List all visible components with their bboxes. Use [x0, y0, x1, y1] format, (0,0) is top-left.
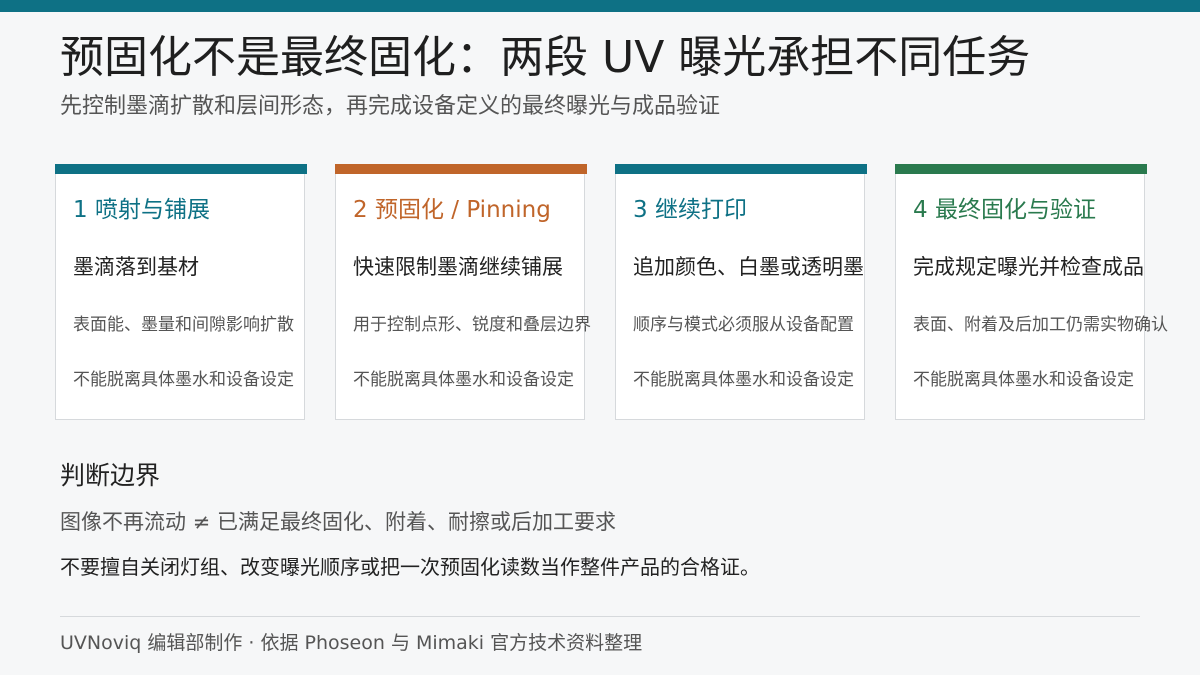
- step-card-detail: 顺序与模式必须服从设备配置: [633, 315, 854, 335]
- judgement-warning: 不要擅自关闭灯组、改变曝光顺序或把一次预固化读数当作整件产品的合格证。: [60, 555, 760, 579]
- step-card-detail: 用于控制点形、锐度和叠层边界: [353, 315, 591, 335]
- page-subtitle: 先控制墨滴扩散和层间形态，再完成设备定义的最终曝光与成品验证: [60, 94, 721, 119]
- step-card-2: 2 预固化 / Pinning 快速限制墨滴继续铺展 用于控制点形、锐度和叠层边…: [335, 164, 591, 420]
- step-card-accent-bar: [895, 164, 1147, 174]
- step-card-accent-bar: [335, 164, 587, 174]
- step-card-3: 3 继续打印 追加颜色、白墨或透明墨 顺序与模式必须服从设备配置 不能脱离具体墨…: [615, 164, 867, 420]
- step-card-detail: 表面、附着及后加工仍需实物确认: [913, 315, 1168, 335]
- step-card-detail: 表面能、墨量和间隙影响扩散: [73, 315, 294, 335]
- step-card-heading: 3 继续打印: [633, 197, 747, 223]
- step-card-caveat: 不能脱离具体墨水和设备设定: [633, 370, 854, 390]
- judgement-statement: 图像不再流动 ≠ 已满足最终固化、附着、耐擦或后加工要求: [60, 510, 616, 534]
- step-card-main-text: 快速限制墨滴继续铺展: [353, 255, 563, 279]
- step-card-4: 4 最终固化与验证 完成规定曝光并检查成品 表面、附着及后加工仍需实物确认 不能…: [895, 164, 1168, 420]
- step-card-1: 1 喷射与铺展 墨滴落到基材 表面能、墨量和间隙影响扩散 不能脱离具体墨水和设备…: [55, 164, 307, 420]
- step-card-main-text: 墨滴落到基材: [73, 255, 199, 279]
- step-card-accent-bar: [615, 164, 867, 174]
- step-card-caveat: 不能脱离具体墨水和设备设定: [913, 370, 1134, 390]
- step-card-caveat: 不能脱离具体墨水和设备设定: [353, 370, 574, 390]
- judgement-section-title: 判断边界: [60, 461, 161, 490]
- step-card-main-text: 追加颜色、白墨或透明墨: [633, 255, 864, 279]
- step-card-caveat: 不能脱离具体墨水和设备设定: [73, 370, 294, 390]
- footer-credit: UVNoviq 编辑部制作 · 依据 Phoseon 与 Mimaki 官方技术…: [60, 632, 643, 654]
- step-card-heading: 1 喷射与铺展: [73, 197, 210, 223]
- page-title: 预固化不是最终固化：两段 UV 曝光承担不同任务: [60, 32, 1031, 83]
- step-card-accent-bar: [55, 164, 307, 174]
- step-card-heading: 4 最终固化与验证: [913, 197, 1096, 223]
- step-card-main-text: 完成规定曝光并检查成品: [913, 255, 1144, 279]
- top-accent-bar: [0, 0, 1200, 12]
- footer-divider: [60, 616, 1140, 617]
- step-card-heading: 2 预固化 / Pinning: [353, 197, 551, 223]
